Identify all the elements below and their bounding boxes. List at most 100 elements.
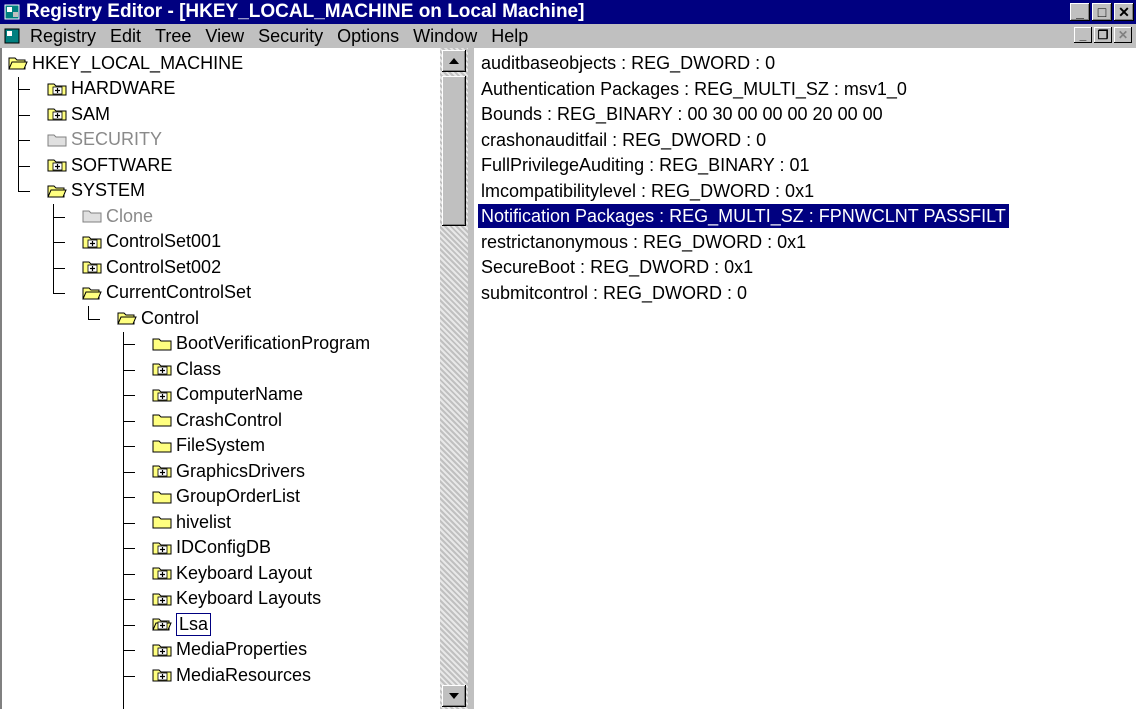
tree-node-label: HARDWARE — [71, 78, 176, 98]
folder-plus-icon[interactable] — [152, 642, 172, 658]
tree-node-lsa[interactable]: Lsa — [152, 612, 212, 636]
value-row[interactable]: crashonauditfail : REG_DWORD : 0 — [478, 128, 769, 152]
tree-connector-line — [123, 599, 135, 601]
folder-plus-icon[interactable] — [152, 361, 172, 377]
tree-connector-line — [123, 522, 135, 524]
folder-plus-icon[interactable] — [152, 540, 172, 556]
folder-plus-icon[interactable] — [152, 387, 172, 403]
tree-node-label: Control — [141, 307, 200, 328]
value-list-pane[interactable]: auditbaseobjects : REG_DWORD : 0 Authenti… — [474, 48, 1136, 709]
tree-node-control[interactable]: Control — [117, 306, 199, 330]
child-restore-button[interactable]: ❐ — [1094, 27, 1112, 43]
folder-icon[interactable] — [152, 489, 172, 505]
tree-node-crashcontrol[interactable]: CrashControl — [152, 408, 282, 432]
open-folder-icon[interactable] — [117, 310, 137, 326]
tree-node-hivelist[interactable]: hivelist — [152, 510, 231, 534]
folder-icon[interactable] — [152, 438, 172, 454]
folder-icon[interactable] — [82, 208, 102, 224]
scroll-thumb[interactable] — [442, 76, 466, 226]
key-tree-pane[interactable]: HKEY_LOCAL_MACHINE HARDWARE SAM SECURITY SOF… — [0, 48, 442, 709]
registry-app-icon[interactable] — [4, 4, 20, 20]
child-window-icon[interactable] — [4, 28, 20, 44]
menu-window[interactable]: Window — [413, 26, 477, 47]
tree-node-computername[interactable]: ComputerName — [152, 383, 303, 407]
tree-node-sam[interactable]: SAM — [47, 102, 110, 126]
tree-connector-line — [53, 216, 65, 218]
folder-plus-icon[interactable] — [47, 106, 67, 122]
tree-connector-line — [18, 191, 30, 193]
close-button[interactable]: ✕ — [1114, 3, 1134, 21]
value-row[interactable]: SecureBoot : REG_DWORD : 0x1 — [478, 255, 756, 279]
tree-node-hardware[interactable]: HARDWARE — [47, 77, 175, 101]
menu-options[interactable]: Options — [337, 26, 399, 47]
tree-connector-line — [123, 471, 135, 473]
menu-view[interactable]: View — [205, 26, 244, 47]
scroll-up-button[interactable] — [442, 50, 466, 72]
menu-security[interactable]: Security — [258, 26, 323, 47]
tree-node-grouporderlist[interactable]: GroupOrderList — [152, 485, 300, 509]
tree-node-controlset001[interactable]: ControlSet001 — [82, 230, 221, 254]
tree-scrollbar[interactable] — [440, 48, 468, 709]
tree-connector-line — [123, 675, 135, 677]
menu-registry[interactable]: Registry — [30, 26, 96, 47]
tree-connector-line — [123, 650, 135, 652]
open-folder-plus-icon[interactable] — [152, 616, 172, 632]
window-title: Registry Editor - [HKEY_LOCAL_MACHINE on… — [26, 1, 585, 22]
tree-connector-line — [123, 624, 135, 626]
menu-edit[interactable]: Edit — [110, 26, 141, 47]
folder-plus-icon[interactable] — [82, 259, 102, 275]
value-row[interactable]: Bounds : REG_BINARY : 00 30 00 00 00 20 … — [478, 102, 886, 126]
menu-tree[interactable]: Tree — [155, 26, 191, 47]
folder-icon[interactable] — [47, 132, 67, 148]
menu-help[interactable]: Help — [491, 26, 528, 47]
folder-plus-icon[interactable] — [152, 463, 172, 479]
tree-node-controlset002[interactable]: ControlSet002 — [82, 255, 221, 279]
tree-node-idconfigdb[interactable]: IDConfigDB — [152, 536, 271, 560]
tree-node-class[interactable]: Class — [152, 357, 221, 381]
tree-node-filesystem[interactable]: FileSystem — [152, 434, 265, 458]
folder-icon[interactable] — [152, 336, 172, 352]
folder-icon[interactable] — [152, 514, 172, 530]
folder-icon[interactable] — [152, 412, 172, 428]
tree-node-currentcontrolset[interactable]: CurrentControlSet — [82, 281, 251, 305]
child-close-button[interactable]: ✕ — [1114, 27, 1132, 43]
folder-plus-icon[interactable] — [152, 667, 172, 683]
menu-bar: Registry Edit Tree View Security Options… — [0, 24, 1136, 48]
tree-node-clone[interactable]: Clone — [82, 204, 153, 228]
tree-node-label: CrashControl — [176, 409, 283, 430]
tree-node-graphicsdrivers[interactable]: GraphicsDrivers — [152, 459, 305, 483]
tree-node-mediaresources[interactable]: MediaResources — [152, 663, 311, 687]
open-folder-icon[interactable] — [82, 285, 102, 301]
open-folder-icon[interactable] — [47, 183, 67, 199]
tree-node-label: SYSTEM — [71, 180, 146, 200]
maximize-button[interactable]: □ — [1092, 3, 1112, 21]
tree-node-label: Lsa — [176, 612, 212, 636]
tree-connector-line — [18, 76, 19, 192]
tree-node-keyboard-layout[interactable]: Keyboard Layout — [152, 561, 312, 585]
tree-node-keyboard-layouts[interactable]: Keyboard Layouts — [152, 587, 321, 611]
minimize-button[interactable]: _ — [1070, 3, 1090, 21]
open-folder-icon[interactable] — [8, 55, 28, 71]
folder-plus-icon[interactable] — [47, 157, 67, 173]
tree-node-bootverificationprogram[interactable]: BootVerificationProgram — [152, 332, 370, 356]
value-row[interactable]: restrictanonymous : REG_DWORD : 0x1 — [478, 230, 809, 254]
value-row[interactable]: auditbaseobjects : REG_DWORD : 0 — [478, 51, 778, 75]
tree-node-mediaproperties[interactable]: MediaProperties — [152, 638, 307, 662]
scroll-down-button[interactable] — [442, 685, 466, 707]
folder-plus-icon[interactable] — [152, 565, 172, 581]
value-row[interactable]: submitcontrol : REG_DWORD : 0 — [478, 281, 750, 305]
tree-node-software[interactable]: SOFTWARE — [47, 153, 172, 177]
value-row[interactable]: Notification Packages : REG_MULTI_SZ : F… — [478, 204, 1009, 228]
value-row[interactable]: Authentication Packages : REG_MULTI_SZ :… — [478, 77, 910, 101]
child-minimize-button[interactable]: _ — [1074, 27, 1092, 43]
tree-node-label: Clone — [106, 205, 154, 226]
tree-node-system[interactable]: SYSTEM — [47, 179, 145, 203]
value-row[interactable]: FullPrivilegeAuditing : REG_BINARY : 01 — [478, 153, 813, 177]
folder-plus-icon[interactable] — [47, 81, 67, 97]
tree-node-hkey-local-machine[interactable]: HKEY_LOCAL_MACHINE — [8, 51, 243, 75]
value-row[interactable]: lmcompatibilitylevel : REG_DWORD : 0x1 — [478, 179, 817, 203]
tree-node-security[interactable]: SECURITY — [47, 128, 162, 152]
folder-plus-icon[interactable] — [152, 591, 172, 607]
folder-plus-icon[interactable] — [82, 234, 102, 250]
title-bar[interactable]: Registry Editor - [HKEY_LOCAL_MACHINE on… — [0, 0, 1136, 24]
